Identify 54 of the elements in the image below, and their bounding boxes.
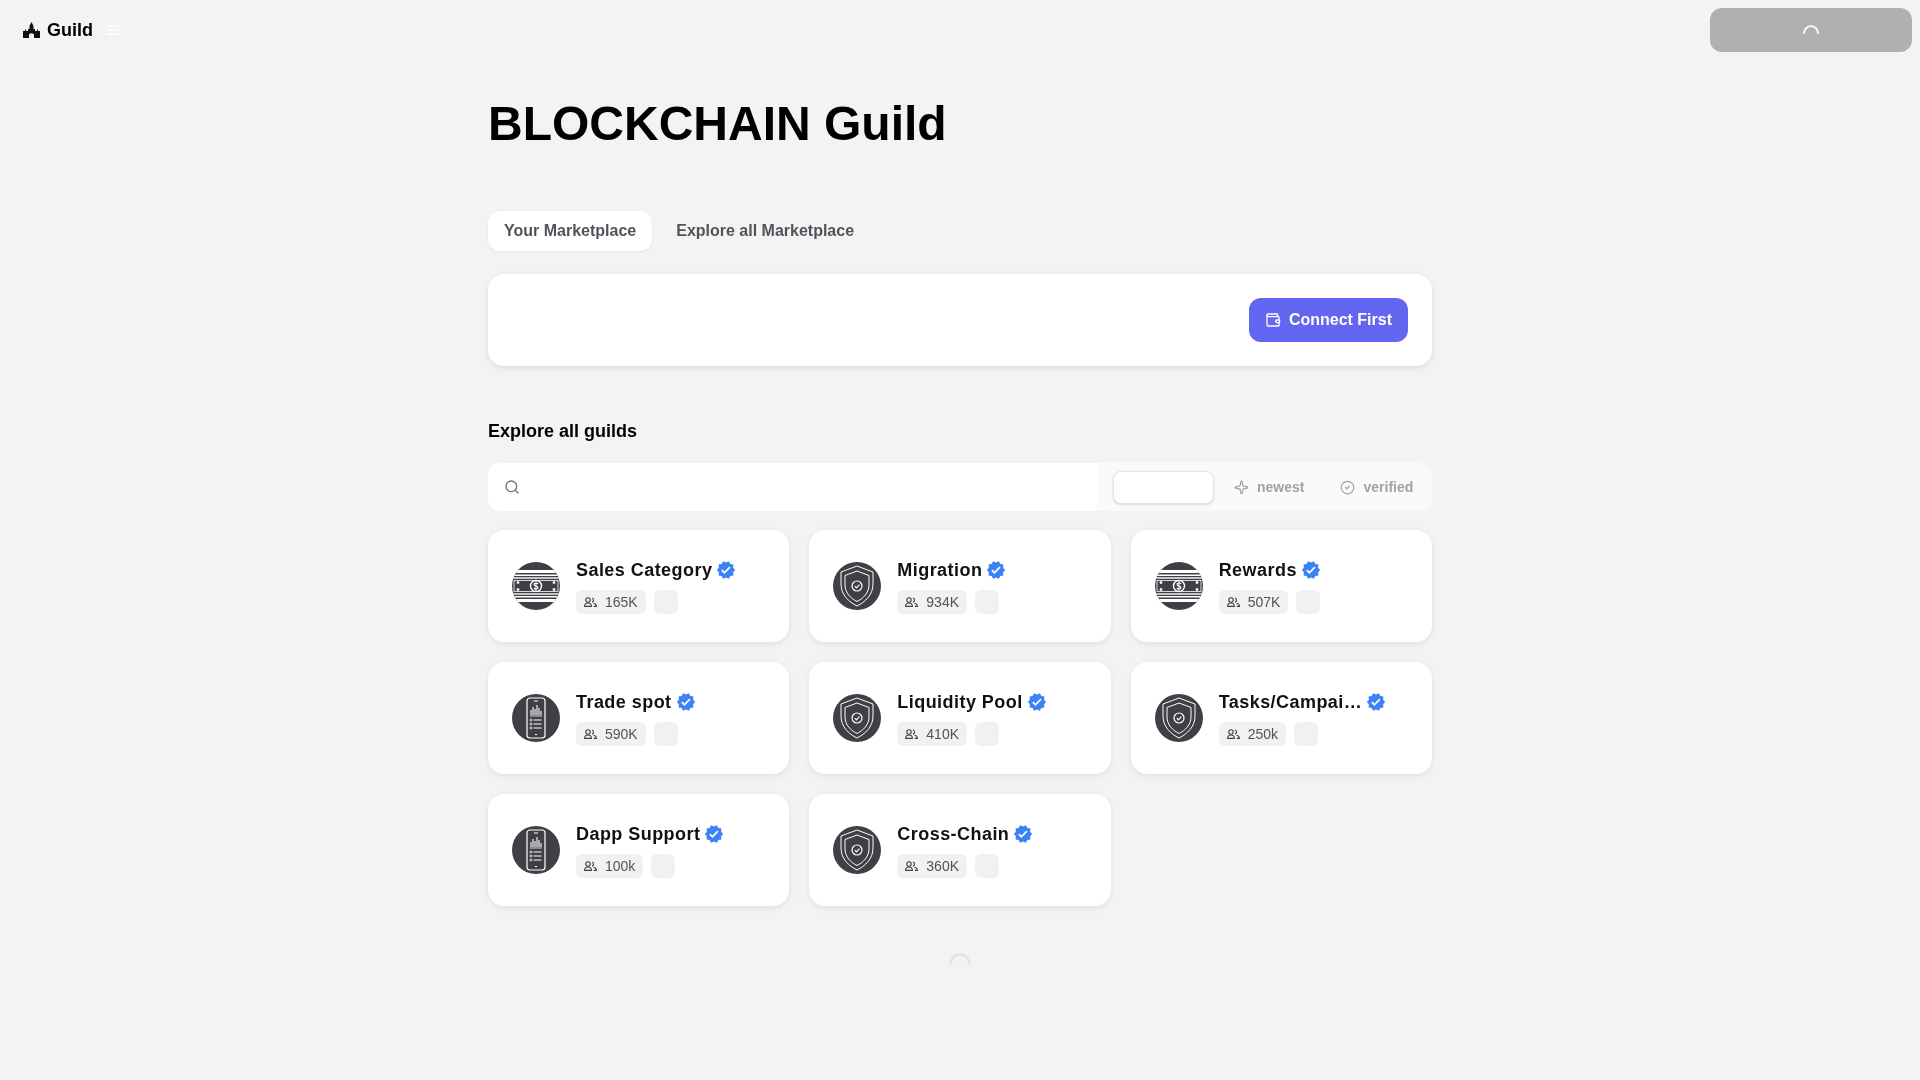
guild-card[interactable]: Cross-Chain 360K (809, 794, 1111, 906)
guild-name: Dapp Support (576, 823, 701, 846)
guild-name: Rewards (1218, 559, 1297, 582)
sparkle-icon (1234, 479, 1249, 495)
guild-name: Tasks/Campai… (1218, 691, 1363, 714)
guild-card[interactable]: Migration 934K (809, 530, 1111, 642)
guild-name: Migration (897, 559, 983, 582)
guild-name: Sales Category (576, 559, 713, 582)
page-title: BLOCKCHAIN Guild (488, 100, 948, 148)
check-circle-icon (1340, 479, 1356, 495)
guild-card[interactable]: Sales Category 165K (488, 530, 790, 642)
member-count-text: 410K (926, 725, 960, 744)
castle-icon (23, 22, 40, 38)
shield-check-icon (833, 694, 882, 742)
guild-card[interactable]: Liquidity Pool 410K (809, 662, 1111, 774)
account-button[interactable] (1710, 8, 1912, 52)
member-count-text: 250k (1247, 725, 1278, 744)
member-count-text: 165K (605, 593, 638, 612)
phone-chart-icon (512, 694, 560, 742)
section-title: Explore all guilds (488, 420, 639, 443)
tab[interactable]: Explore all Marketplace (660, 211, 871, 251)
users-icon (1226, 597, 1240, 607)
search-field[interactable] (488, 463, 1097, 511)
member-count-text: 590K (605, 725, 638, 744)
users-icon (584, 729, 597, 739)
sort-option[interactable] (1113, 470, 1214, 504)
users-icon (905, 729, 919, 739)
shield-check-icon (833, 826, 882, 874)
shield-check-icon (1154, 694, 1203, 742)
connect-button[interactable]: Connect First (1248, 298, 1408, 342)
users-icon (584, 597, 597, 607)
banknote-icon (512, 562, 560, 610)
member-count-text: 360K (926, 857, 960, 876)
users-icon (905, 861, 919, 871)
users-icon (584, 861, 597, 871)
guild-card[interactable]: Trade spot 590K (488, 662, 790, 774)
banknote-icon (1154, 562, 1203, 610)
member-count-text: 934K (926, 593, 960, 612)
shield-check-icon (833, 562, 882, 610)
wallet-icon (1264, 312, 1281, 328)
tab[interactable]: Your Marketplace (488, 211, 653, 251)
users-icon (1226, 729, 1240, 739)
search-icon (504, 479, 520, 495)
guild-card[interactable]: Tasks/Campai… 250k (1130, 662, 1432, 774)
users-icon (905, 597, 919, 607)
guild-name: Trade spot (576, 691, 672, 714)
guild-name: Cross-Chain (897, 823, 1010, 846)
member-count-text: 100k (605, 857, 636, 876)
phone-chart-icon (512, 826, 560, 874)
logo-text[interactable]: Guild (47, 18, 93, 42)
member-count-text: 507K (1247, 593, 1281, 612)
guild-name: Liquidity Pool (897, 691, 1023, 714)
guild-card[interactable]: Dapp Support 100k (488, 794, 790, 906)
guild-card[interactable]: Rewards 507K (1130, 530, 1432, 642)
